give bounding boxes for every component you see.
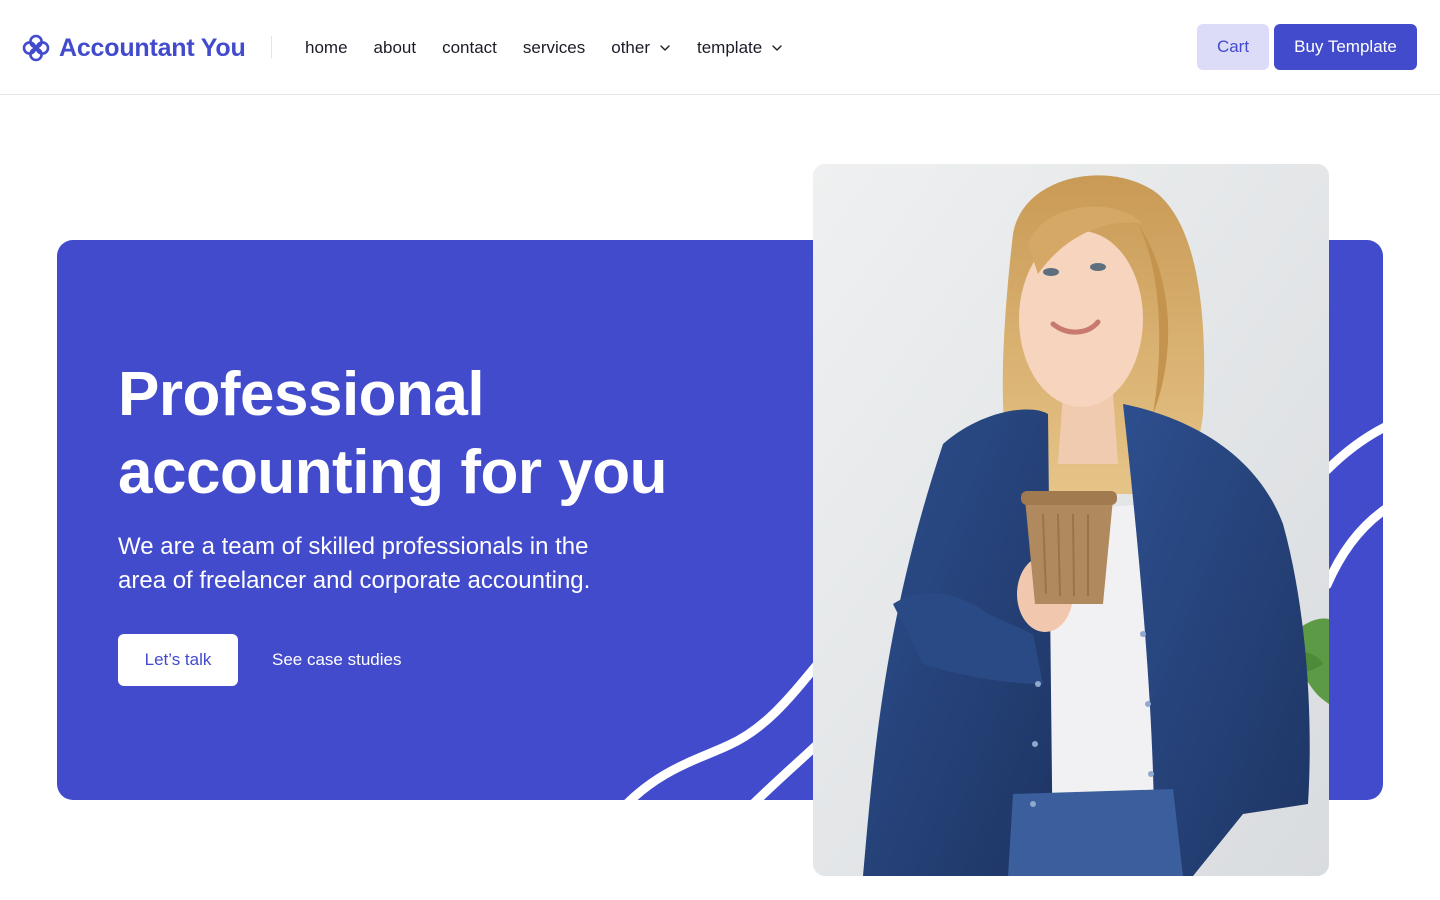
- nav-item-contact[interactable]: contact: [442, 38, 497, 58]
- logo[interactable]: Accountant You: [22, 33, 246, 63]
- lets-talk-button[interactable]: Let’s talk: [118, 634, 238, 686]
- hero-title: Professional accounting for you: [118, 356, 758, 512]
- nav-item-home[interactable]: home: [305, 38, 348, 58]
- nav-item-label: about: [373, 38, 417, 57]
- nav-item-label: other: [611, 38, 650, 57]
- nav-divider: [271, 36, 272, 58]
- main-nav: home about contact services other templa…: [305, 36, 809, 60]
- hero-title-line: Professional: [118, 360, 485, 429]
- cart-button[interactable]: Cart: [1197, 24, 1269, 70]
- clover-logo-icon: [22, 34, 50, 62]
- hero-subtitle-line: We are a team of skilled professionals i…: [118, 533, 589, 560]
- nav-item-other[interactable]: other: [611, 38, 671, 58]
- hero-subtitle: We are a team of skilled professionals i…: [118, 530, 638, 598]
- site-header: Accountant You home about contact servic…: [0, 0, 1440, 95]
- chevron-down-icon: [772, 45, 782, 51]
- photo-woman-holding-coffee-cup: [813, 164, 1329, 876]
- logo-text: Accountant You: [59, 33, 246, 62]
- case-studies-link[interactable]: See case studies: [272, 650, 401, 670]
- chevron-down-icon: [660, 45, 670, 51]
- nav-item-about[interactable]: about: [374, 38, 417, 58]
- hero-subtitle-line: area of freelancer and corporate account…: [118, 567, 591, 594]
- hero-photo: [813, 164, 1329, 876]
- nav-item-services[interactable]: services: [523, 38, 585, 58]
- nav-item-label: template: [697, 38, 763, 57]
- buy-template-button[interactable]: Buy Template: [1274, 24, 1417, 70]
- nav-item-template[interactable]: template: [697, 38, 783, 58]
- nav-item-label: home: [305, 38, 348, 57]
- hero-title-line: accounting for you: [118, 438, 668, 507]
- nav-item-label: services: [522, 38, 586, 57]
- nav-item-label: contact: [442, 38, 497, 57]
